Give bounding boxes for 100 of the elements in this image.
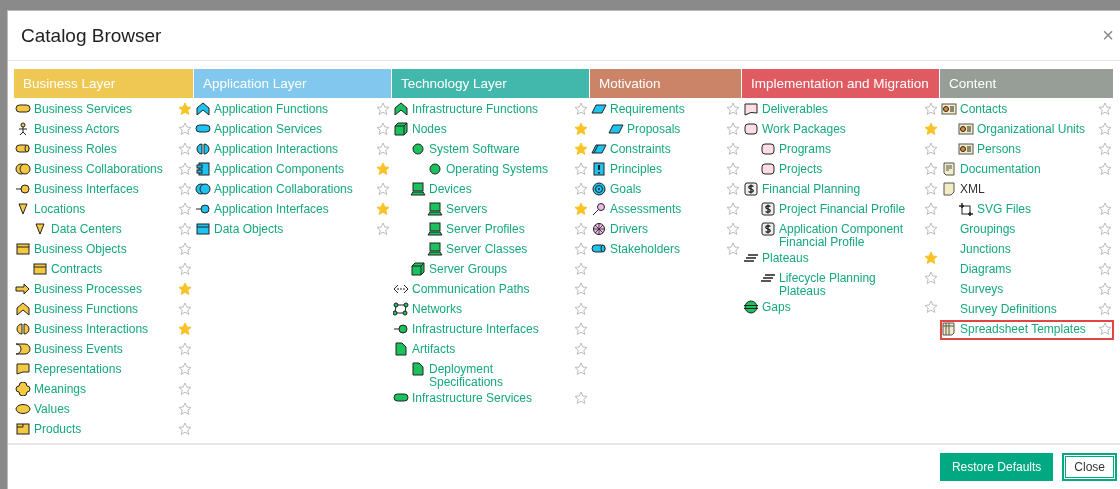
star-icon[interactable] — [574, 302, 588, 316]
star-icon[interactable] — [726, 182, 740, 196]
catalog-link[interactable]: Diagrams — [960, 260, 1093, 276]
star-icon[interactable] — [924, 271, 938, 285]
catalog-link[interactable]: Business Services — [34, 100, 173, 116]
catalog-link[interactable]: Documentation — [960, 160, 1093, 176]
catalog-link[interactable]: Principles — [610, 160, 721, 176]
close-dialog-button[interactable]: Close — [1062, 453, 1117, 481]
catalog-link[interactable]: Nodes — [412, 120, 569, 136]
star-icon[interactable] — [1098, 262, 1112, 276]
catalog-link[interactable]: Projects — [779, 160, 919, 176]
star-icon[interactable] — [1098, 222, 1112, 236]
star-icon[interactable] — [178, 222, 192, 236]
star-icon[interactable] — [178, 202, 192, 216]
catalog-link[interactable]: Networks — [412, 300, 569, 316]
star-icon[interactable] — [574, 322, 588, 336]
star-icon[interactable] — [924, 202, 938, 216]
star-icon[interactable] — [574, 362, 588, 376]
star-icon[interactable] — [178, 142, 192, 156]
star-icon[interactable] — [924, 222, 938, 236]
catalog-link[interactable]: Proposals — [627, 120, 721, 136]
catalog-link[interactable]: Business Functions — [34, 300, 173, 316]
star-icon[interactable] — [1098, 142, 1112, 156]
catalog-link[interactable]: Work Packages — [762, 120, 919, 136]
catalog-link[interactable]: Deployment Specifications — [429, 360, 569, 389]
catalog-link[interactable]: Application Interfaces — [214, 200, 371, 216]
catalog-link[interactable]: Survey Definitions — [960, 300, 1093, 316]
close-button[interactable]: × — [1096, 24, 1120, 47]
catalog-link[interactable]: Infrastructure Interfaces — [412, 320, 569, 336]
catalog-link[interactable]: Business Processes — [34, 280, 173, 296]
catalog-link[interactable]: Products — [34, 420, 173, 436]
catalog-link[interactable]: Application Functions — [214, 100, 371, 116]
star-icon[interactable] — [178, 362, 192, 376]
catalog-link[interactable]: Contracts — [51, 260, 173, 276]
star-icon[interactable] — [178, 262, 192, 276]
catalog-link[interactable]: Application Services — [214, 120, 371, 136]
catalog-link[interactable]: Surveys — [960, 280, 1093, 296]
catalog-link[interactable]: System Software — [429, 140, 569, 156]
star-icon[interactable] — [726, 242, 740, 256]
catalog-link[interactable]: Infrastructure Services — [412, 389, 569, 405]
catalog-link[interactable]: Artifacts — [412, 340, 569, 356]
catalog-link[interactable]: Devices — [429, 180, 569, 196]
star-icon[interactable] — [924, 122, 938, 136]
catalog-link[interactable]: Deliverables — [762, 100, 919, 116]
catalog-link[interactable]: Servers — [446, 200, 569, 216]
catalog-link[interactable]: Values — [34, 400, 173, 416]
star-icon[interactable] — [924, 102, 938, 116]
star-icon[interactable] — [178, 102, 192, 116]
catalog-link[interactable]: Business Interactions — [34, 320, 173, 336]
catalog-link[interactable]: Application Collaborations — [214, 180, 371, 196]
star-icon[interactable] — [1098, 322, 1112, 336]
star-icon[interactable] — [178, 282, 192, 296]
catalog-link[interactable]: Constraints — [610, 140, 721, 156]
catalog-link[interactable]: Server Classes — [446, 240, 569, 256]
star-icon[interactable] — [178, 242, 192, 256]
star-icon[interactable] — [1098, 302, 1112, 316]
star-icon[interactable] — [726, 202, 740, 216]
star-icon[interactable] — [178, 402, 192, 416]
star-icon[interactable] — [1098, 162, 1112, 176]
star-icon[interactable] — [924, 251, 938, 265]
restore-defaults-button[interactable]: Restore Defaults — [939, 453, 1054, 481]
catalog-link[interactable]: Business Roles — [34, 140, 173, 156]
star-icon[interactable] — [376, 162, 390, 176]
catalog-link[interactable]: Programs — [779, 140, 919, 156]
star-icon[interactable] — [178, 302, 192, 316]
star-icon[interactable] — [726, 102, 740, 116]
star-icon[interactable] — [924, 142, 938, 156]
star-icon[interactable] — [1098, 122, 1112, 136]
star-icon[interactable] — [726, 142, 740, 156]
star-icon[interactable] — [178, 122, 192, 136]
star-icon[interactable] — [574, 142, 588, 156]
catalog-link[interactable]: Goals — [610, 180, 721, 196]
star-icon[interactable] — [376, 102, 390, 116]
catalog-link[interactable]: Business Objects — [34, 240, 173, 256]
star-icon[interactable] — [726, 162, 740, 176]
catalog-link[interactable]: Meanings — [34, 380, 173, 396]
star-icon[interactable] — [726, 222, 740, 236]
star-icon[interactable] — [1098, 282, 1112, 296]
catalog-link[interactable]: Business Actors — [34, 120, 173, 136]
catalog-link[interactable]: Representations — [34, 360, 173, 376]
catalog-link[interactable]: Requirements — [610, 100, 721, 116]
catalog-link[interactable]: Persons — [977, 140, 1093, 156]
catalog-link[interactable]: Financial Planning — [762, 180, 919, 196]
star-icon[interactable] — [1098, 202, 1112, 216]
catalog-link[interactable]: Server Groups — [429, 260, 569, 276]
star-icon[interactable] — [376, 222, 390, 236]
star-icon[interactable] — [574, 182, 588, 196]
catalog-link[interactable]: Assessments — [610, 200, 721, 216]
star-icon[interactable] — [178, 162, 192, 176]
star-icon[interactable] — [574, 162, 588, 176]
catalog-link[interactable]: Stakeholders — [610, 240, 721, 256]
catalog-link[interactable]: Application Interactions — [214, 140, 371, 156]
star-icon[interactable] — [376, 202, 390, 216]
catalog-link[interactable]: Communication Paths — [412, 280, 569, 296]
catalog-link[interactable]: Plateaus — [762, 249, 919, 265]
star-icon[interactable] — [376, 142, 390, 156]
catalog-link[interactable]: Lifecycle Planning Plateaus — [779, 269, 919, 298]
catalog-link[interactable]: Gaps — [762, 298, 919, 314]
star-icon[interactable] — [726, 122, 740, 136]
catalog-link[interactable]: Junctions — [960, 240, 1093, 256]
